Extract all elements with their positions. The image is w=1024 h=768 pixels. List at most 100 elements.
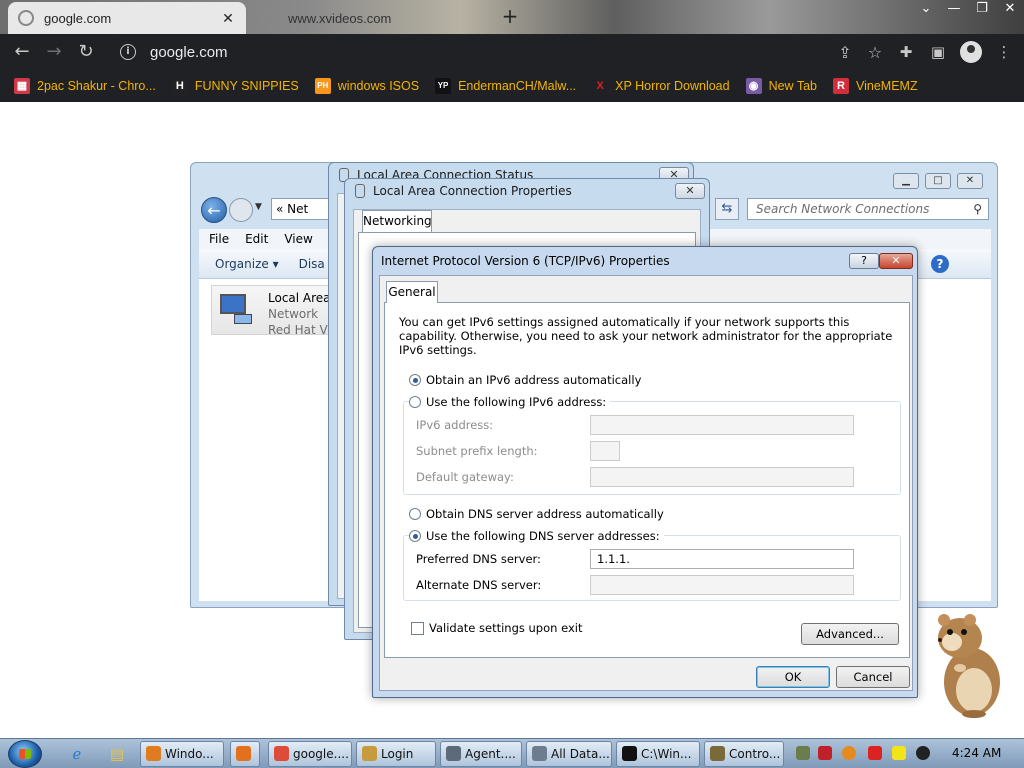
close-icon[interactable]: ✕	[957, 173, 983, 189]
extensions-puzzle-icon[interactable]: ✚	[896, 42, 916, 62]
close-icon[interactable]: ✕	[996, 0, 1024, 20]
taskbar-button[interactable]: Windo...	[140, 741, 224, 767]
radio-dns-manual[interactable]	[409, 530, 421, 542]
refresh-icon[interactable]: ⇆	[715, 198, 739, 220]
use-dns-manual-radio[interactable]: Use the following DNS server addresses:	[409, 529, 664, 543]
help-icon[interactable]: ?	[931, 255, 949, 273]
tab-general[interactable]: General	[386, 281, 438, 303]
address-bar[interactable]: i google.com ⇪ ☆	[108, 38, 890, 66]
preferred-dns-field[interactable]: 1.1.1.	[590, 549, 854, 569]
windows-taskbar: ℯ ▤ Windo... google.... Login Agent.... All …	[0, 738, 1024, 768]
tab-google[interactable]: google.com ✕	[8, 2, 246, 34]
tray-battery-icon[interactable]	[892, 746, 906, 760]
tray-app-icon[interactable]	[796, 746, 810, 760]
search-icon[interactable]: ⚲	[973, 199, 982, 219]
tray-v-icon[interactable]	[818, 746, 832, 760]
file-explorer-icon[interactable]: ▤	[106, 743, 128, 765]
ipv6-address-field[interactable]	[590, 415, 854, 435]
obtain-dns-auto-radio[interactable]: Obtain DNS server address automatically	[409, 507, 664, 521]
menu-edit[interactable]: Edit	[245, 232, 268, 246]
new-tab-button[interactable]: +	[500, 6, 520, 26]
folder-icon	[532, 746, 547, 761]
close-icon[interactable]: ✕	[675, 183, 705, 199]
taskbar-app-button[interactable]	[230, 741, 260, 767]
close-button[interactable]: ✕	[879, 253, 913, 269]
tab-title: google.com	[44, 10, 112, 26]
radio-ip-auto[interactable]	[409, 374, 421, 386]
address-url[interactable]: google.com	[150, 44, 830, 61]
search-input[interactable]: Search Network Connections ⚲	[747, 198, 989, 220]
taskbar-button[interactable]: Agent....	[440, 741, 522, 767]
taskbar-button[interactable]: All Data...	[526, 741, 612, 767]
forward-arrow-icon[interactable]: →	[42, 40, 66, 64]
disable-button[interactable]: Disa	[299, 257, 325, 271]
back-arrow-icon[interactable]: ←	[201, 197, 227, 223]
organize-button[interactable]: Organize ▾	[215, 257, 279, 271]
taskbar-button[interactable]: google....	[268, 741, 352, 767]
validate-checkbox[interactable]	[411, 621, 424, 635]
back-arrow-icon[interactable]: ←	[10, 40, 34, 64]
tab-xvideos[interactable]: www.xvideos.com	[252, 2, 478, 34]
taskbar-clock[interactable]: 4:24 AM	[952, 746, 1001, 760]
cancel-button[interactable]: Cancel	[836, 666, 910, 688]
tab-networking[interactable]: Networking	[362, 210, 432, 232]
forward-arrow-icon[interactable]	[229, 198, 253, 222]
ok-button[interactable]: OK	[756, 666, 830, 688]
bookmark-item[interactable]: H FUNNY SNIPPIES	[171, 78, 299, 94]
bookmark-item[interactable]: PH windows ISOS	[314, 78, 420, 94]
list-item[interactable]: Local Area Network Red Hat Vir	[211, 285, 341, 337]
alternate-dns-field[interactable]	[590, 575, 854, 595]
taskbar-button-label: All Data...	[551, 747, 610, 761]
radio-dns-auto[interactable]	[409, 508, 421, 520]
radio-ip-manual[interactable]	[409, 396, 421, 408]
bookmark-label: windows ISOS	[337, 79, 420, 93]
menu-file[interactable]: File	[209, 232, 229, 246]
bookmark-item[interactable]: R VineMEMZ	[833, 78, 918, 94]
bookmark-item[interactable]: ▦ 2pac Shakur - Chro...	[14, 78, 156, 94]
tab-search-icon[interactable]: ⌄	[912, 0, 940, 20]
ph-logo-icon: PH	[314, 78, 331, 94]
validate-checkbox-row[interactable]: Validate settings upon exit	[411, 621, 582, 635]
tray-volume-icon[interactable]	[916, 746, 930, 760]
user-icon	[362, 746, 377, 761]
taskbar-button[interactable]: Contro...	[704, 741, 784, 767]
bookmark-item[interactable]: X XP Horror Download	[592, 78, 730, 94]
minimize-icon[interactable]: —	[940, 0, 968, 20]
advanced-button[interactable]: Advanced...	[801, 623, 899, 645]
help-button[interactable]: ?	[849, 253, 879, 269]
side-panel-icon[interactable]: ▣	[928, 42, 948, 62]
restore-icon[interactable]: ❐	[968, 0, 996, 20]
maximize-icon[interactable]: □	[925, 173, 951, 189]
use-ip-manual-radio[interactable]: Use the following IPv6 address:	[409, 395, 611, 409]
tray-flag-icon[interactable]	[868, 746, 882, 760]
menu-kebab-icon[interactable]: ⋮	[994, 42, 1014, 62]
reload-icon[interactable]: ↻	[74, 40, 98, 64]
profile-avatar-icon[interactable]	[960, 41, 982, 63]
tray-search-icon[interactable]	[842, 746, 856, 760]
taskbar-button-label: google....	[293, 747, 349, 761]
hamster-desktop-pet[interactable]	[930, 612, 1010, 720]
tab-close-icon[interactable]: ✕	[220, 10, 236, 27]
explorer-address-bar[interactable]: « Net	[271, 198, 331, 220]
taskbar-button[interactable]: C:\Win...	[616, 741, 700, 767]
bookmark-item[interactable]: ◉ New Tab	[745, 78, 817, 94]
bookmark-item[interactable]: YP EndermanCH/Malw...	[435, 78, 576, 94]
network-adapter-icon	[218, 292, 254, 326]
site-info-icon[interactable]: i	[120, 44, 136, 60]
radio-label: Obtain DNS server address automatically	[426, 507, 664, 521]
dialog-client: General You can get IPv6 settings assign…	[379, 275, 913, 691]
start-orb-icon[interactable]	[8, 740, 42, 768]
internet-explorer-icon[interactable]: ℯ	[66, 743, 88, 765]
minimize-icon[interactable]: ▁	[893, 173, 919, 189]
taskbar-button[interactable]: Login	[356, 741, 436, 767]
dialog-title: Internet Protocol Version 6 (TCP/IPv6) P…	[381, 254, 670, 268]
obtain-ip-auto-radio[interactable]: Obtain an IPv6 address automatically	[409, 373, 641, 387]
default-gateway-field[interactable]	[590, 467, 854, 487]
manual-ip-group: IPv6 address: Subnet prefix length: Defa…	[403, 401, 901, 495]
menu-view[interactable]: View	[284, 232, 312, 246]
bookmark-label: 2pac Shakur - Chro...	[37, 79, 156, 93]
subnet-prefix-field[interactable]	[590, 441, 620, 461]
bookmark-star-icon[interactable]: ☆	[860, 43, 890, 62]
history-dropdown-icon[interactable]: ▼	[255, 202, 262, 212]
share-icon[interactable]: ⇪	[830, 43, 860, 62]
